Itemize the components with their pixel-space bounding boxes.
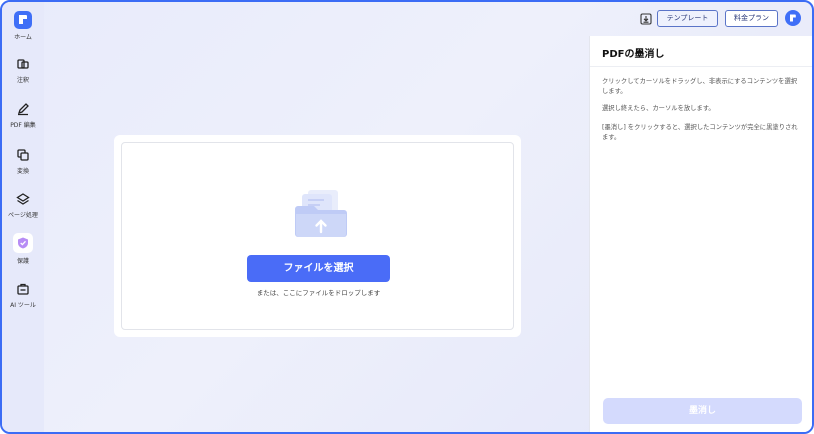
- annotate-icon: [17, 59, 29, 69]
- pricing-button[interactable]: 料金プラン: [725, 10, 778, 27]
- sidebar-item-pdf-edit[interactable]: PDF 編集: [2, 102, 44, 129]
- sidebar-item-page-process[interactable]: ページ処理: [2, 192, 44, 219]
- active-indicator: [13, 233, 33, 253]
- avatar[interactable]: [785, 10, 801, 26]
- drop-hint-text: または、ここにファイルをドロップします: [256, 289, 381, 297]
- sidebar-item-label: AI ツール: [10, 302, 36, 309]
- instruction-text-3: [墨消し] をクリックすると、選択したコンテンツが完全に黒塗りされます。: [602, 124, 798, 141]
- upload-card: ファイルを選択 または、ここにファイルをドロップします: [114, 135, 521, 337]
- sidebar-item-ai-tools[interactable]: AI ツール: [2, 282, 44, 309]
- sidebar-item-label: 保護: [16, 258, 29, 265]
- sidebar-item-label: 注釈: [16, 77, 29, 84]
- panel-title: PDFの墨消し: [602, 49, 665, 60]
- sidebar-item-protect[interactable]: 保護: [2, 233, 44, 265]
- file-drop-zone[interactable]: ファイルを選択 または、ここにファイルをドロップします: [121, 142, 514, 330]
- user-logo-icon: [790, 14, 796, 22]
- sidebar-item-convert[interactable]: 変換: [2, 148, 44, 175]
- sidebar-item-annotate[interactable]: 注釈: [2, 57, 44, 84]
- instruction-text-1: クリックしてカーソルをドラッグし、非表示にするコンテンツを選択します。: [602, 78, 798, 95]
- redact-panel: PDFの墨消し クリックしてカーソルをドラッグし、非表示にするコンテンツを選択し…: [589, 36, 812, 432]
- ai-toolbox-icon: [17, 283, 29, 295]
- download-icon[interactable]: [640, 13, 652, 25]
- app-window: ホーム 注釈 PDF 編集 変換 ページ処理 保護 AI ツール テンプレート …: [0, 0, 814, 434]
- sidebar-item-label: ページ処理: [8, 212, 38, 219]
- redact-button[interactable]: 墨消し: [603, 398, 802, 424]
- folder-upload-icon: [295, 190, 347, 237]
- select-file-button[interactable]: ファイルを選択: [247, 255, 390, 282]
- template-button[interactable]: テンプレート: [657, 10, 718, 27]
- layers-icon: [16, 193, 30, 205]
- top-bar: テンプレート 料金プラン: [44, 2, 812, 36]
- shield-check-icon: [18, 237, 28, 249]
- sidebar-item-label: 変換: [16, 168, 29, 175]
- convert-icon: [17, 149, 29, 161]
- app-logo-icon[interactable]: [14, 11, 32, 29]
- home-label[interactable]: ホーム: [2, 32, 44, 41]
- pen-edit-icon: [17, 103, 29, 116]
- panel-divider: [590, 66, 812, 67]
- sidebar: ホーム 注釈 PDF 編集 変換 ページ処理 保護 AI ツール: [2, 2, 44, 432]
- instruction-text-2: 選択し終えたら、カーソルを放します。: [602, 105, 715, 112]
- sidebar-item-label: PDF 編集: [10, 122, 36, 129]
